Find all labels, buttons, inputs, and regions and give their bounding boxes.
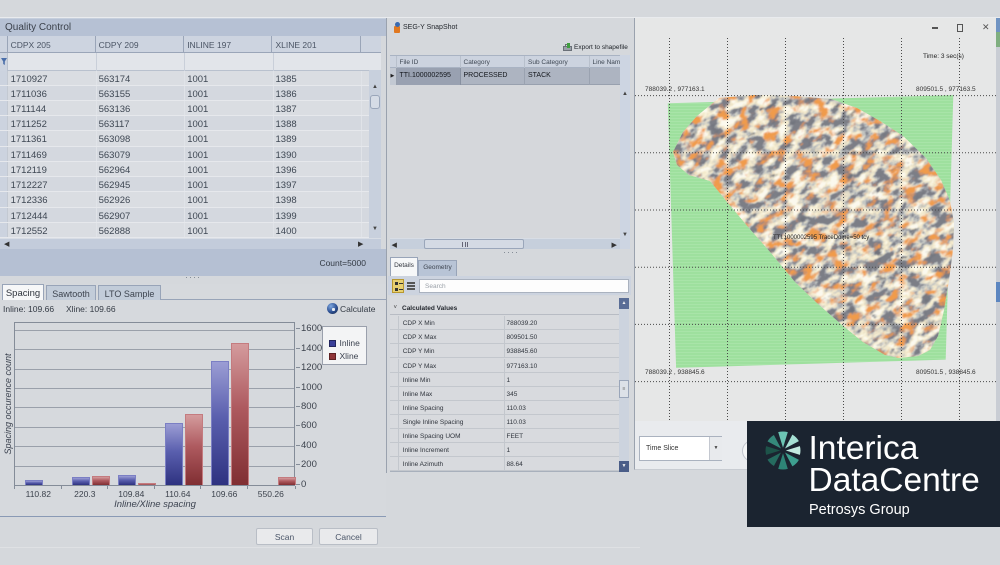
svg-text:788039.2 , 938845.6: 788039.2 , 938845.6 [645,369,705,376]
svg-text:809501.5 , 977163.5: 809501.5 , 977163.5 [916,86,976,93]
svg-text:TTI.1000002595 TraceDome=50 tc: TTI.1000002595 TraceDome=50 tcy [773,235,869,241]
svg-text:788039.2 , 977163.1: 788039.2 , 977163.1 [645,86,705,93]
svg-text:809501.5 , 938845.6: 809501.5 , 938845.6 [916,369,976,376]
